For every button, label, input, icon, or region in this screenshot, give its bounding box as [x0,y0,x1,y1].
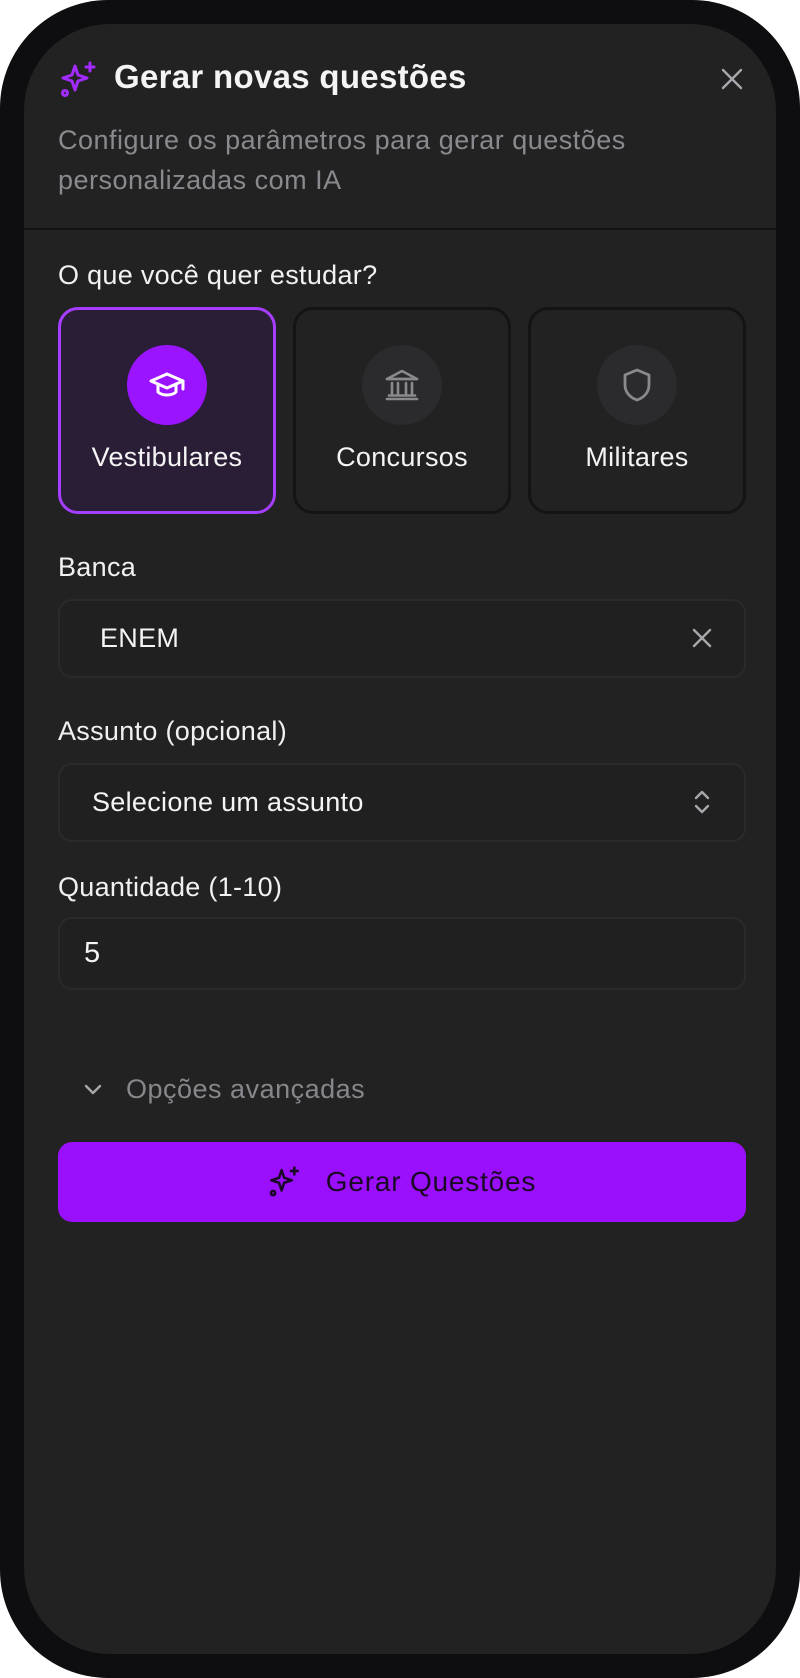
option-concursos[interactable]: Concursos [293,307,511,514]
option-vestibulares[interactable]: Vestibulares [58,307,276,514]
generate-button-label: Gerar Questões [325,1166,537,1197]
quantidade-value: 5 [84,937,101,969]
chevrons-up-down-icon [682,782,722,822]
advanced-options-label: Opções avançadas [126,1073,366,1104]
option-label: Concursos [336,442,468,472]
generate-button[interactable]: Gerar Questões [58,1142,746,1222]
assunto-label: Assunto (opcional) [58,716,288,746]
close-icon [721,68,743,90]
assunto-select[interactable]: Selecione um assunto [58,763,746,842]
banca-value: ENEM [100,623,180,653]
shield-icon [623,368,651,402]
dialog-subtitle: Configure os parâmetros para gerar quest… [58,125,626,195]
graduation-cap-icon [149,372,185,397]
option-militares[interactable]: Militares [528,307,746,514]
option-icon-circle [127,345,207,425]
landmark-icon [385,369,419,401]
assunto-placeholder: Selecione um assunto [92,787,364,817]
study-options: Vestibulares Concursos Militares [58,307,746,514]
quantidade-input[interactable]: 5 [58,917,746,990]
option-icon-circle [362,345,442,425]
advanced-options-toggle[interactable]: Opções avançadas [82,1064,422,1114]
close-button[interactable] [714,61,750,97]
study-label: O que você quer estudar? [58,260,378,290]
sparkles-icon [59,60,99,100]
close-icon [692,628,712,648]
device-frame: Gerar novas questões Configure os parâme… [0,0,800,1678]
banca-label: Banca [58,552,137,582]
option-label: Militares [585,442,689,472]
option-icon-circle [597,345,677,425]
quantidade-label: Quantidade (1-10) [58,872,283,902]
sparkles-icon [269,1166,299,1197]
dialog-title: Gerar novas questões [114,58,467,95]
chevron-down-icon [84,1084,102,1095]
option-label: Vestibulares [91,442,243,472]
banca-clear-button[interactable] [682,618,722,658]
dialog: Gerar novas questões Configure os parâme… [24,24,776,1654]
header-divider [24,228,776,230]
banca-field[interactable]: ENEM [58,599,746,678]
